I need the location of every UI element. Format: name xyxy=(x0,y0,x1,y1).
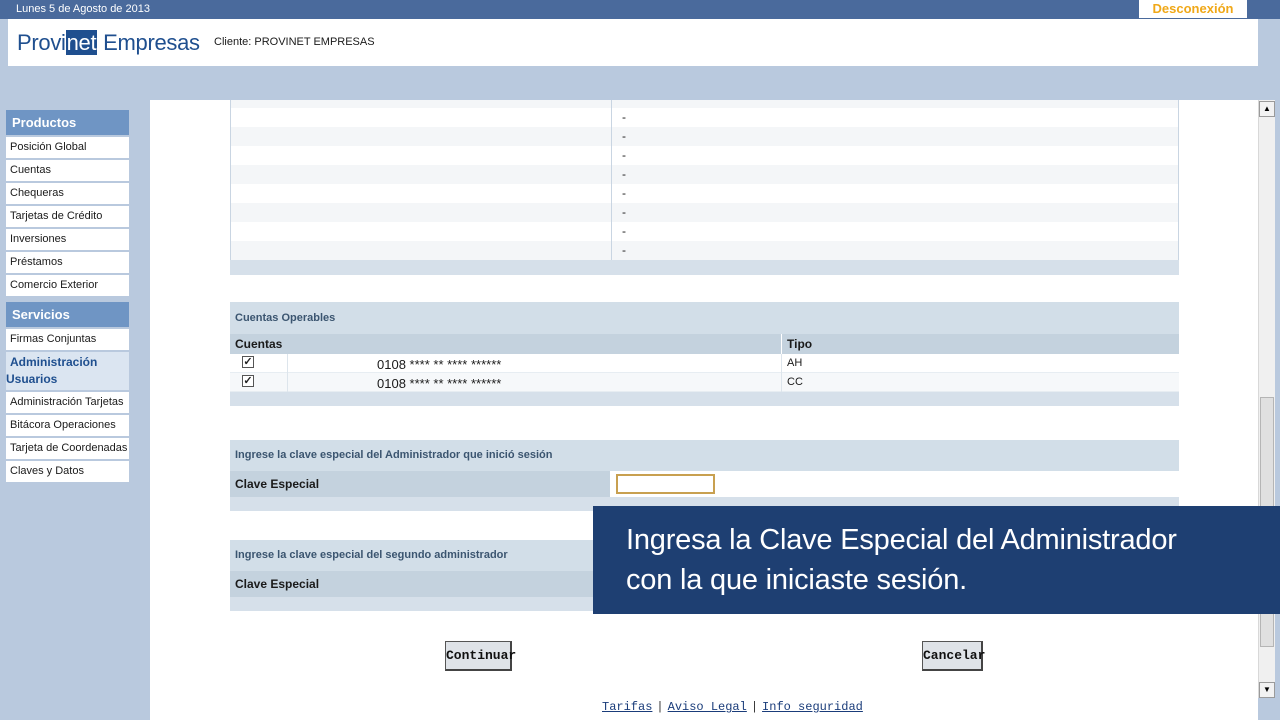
column-header-tipo: Tipo xyxy=(781,334,812,354)
sidebar-item-bitacora-operaciones[interactable]: Bitácora Operaciones xyxy=(6,415,129,436)
table-row xyxy=(230,100,1179,108)
table-cell-value: - xyxy=(622,148,626,162)
cuentas-operables-section: Cuentas Operables Cuentas Tipo ✓ 0108 **… xyxy=(230,302,1179,406)
table-row: - xyxy=(230,108,1179,127)
main-content: - - - - - - - - Cuentas Operables Cuenta… xyxy=(150,100,1258,720)
provinet-logo: Provinet Empresas xyxy=(17,30,200,56)
clave-admin-row: Clave Especial xyxy=(230,471,1179,497)
account-checkbox[interactable]: ✓ xyxy=(242,356,254,368)
clave-admin-label: Clave Especial xyxy=(230,471,610,497)
table-row: - xyxy=(230,222,1179,241)
tarifas-link[interactable]: Tarifas xyxy=(602,700,652,714)
info-seguridad-link[interactable]: Info seguridad xyxy=(762,700,863,714)
table-cell-value: - xyxy=(622,167,626,181)
sidebar-item-inversiones[interactable]: Inversiones xyxy=(6,229,129,250)
sidebar-item-tarjeta-coordenadas[interactable]: Tarjeta de Coordenadas xyxy=(6,438,129,459)
table-row: ✓ 0108 **** ** **** ****** CC xyxy=(230,373,1179,392)
client-label: Cliente: PROVINET EMPRESAS xyxy=(214,36,375,48)
account-number: 0108 **** ** **** ****** xyxy=(377,357,502,372)
logout-button[interactable]: Desconexión xyxy=(1139,0,1247,18)
sidebar-heading-productos: Productos xyxy=(6,110,129,135)
table-row: ✓ 0108 **** ** **** ****** AH xyxy=(230,354,1179,373)
logo-text-pre: Provi xyxy=(17,30,66,55)
aviso-legal-link[interactable]: Aviso Legal xyxy=(668,700,747,714)
current-date: Lunes 5 de Agosto de 2013 xyxy=(16,3,150,15)
table-row: - xyxy=(230,165,1179,184)
continuar-button[interactable]: Continuar xyxy=(445,641,516,671)
sidebar-item-administracion-tarjetas[interactable]: Administración Tarjetas xyxy=(6,392,129,413)
sidebar-item-claves-datos[interactable]: Claves y Datos xyxy=(6,461,129,482)
sidebar-item-firmas-conjuntas[interactable]: Firmas Conjuntas xyxy=(6,329,129,350)
section-footer xyxy=(230,392,1179,406)
account-type: CC xyxy=(787,376,803,388)
footer-separator: | xyxy=(656,700,664,714)
caption-line1: Ingresa la Clave Especial del Administra… xyxy=(626,524,1177,556)
table-cell-value: - xyxy=(622,129,626,143)
cancelar-button[interactable]: Cancelar xyxy=(922,641,985,671)
tutorial-caption: Ingresa la Clave Especial del Administra… xyxy=(593,506,1280,614)
sidebar: Productos Posición Global Cuentas Cheque… xyxy=(6,110,129,484)
column-header-cuentas: Cuentas xyxy=(235,337,283,351)
table-cell-value: - xyxy=(622,205,626,219)
sidebar-item-posicion-global[interactable]: Posición Global xyxy=(6,137,129,158)
sidebar-heading-servicios: Servicios xyxy=(6,302,129,327)
cuentas-header-row: Cuentas Tipo xyxy=(230,334,1179,354)
sidebar-item-comercio-exterior[interactable]: Comercio Exterior xyxy=(6,275,129,296)
cuentas-operables-title: Cuentas Operables xyxy=(230,302,1179,334)
clave-segundo-label: Clave Especial xyxy=(230,571,610,597)
brand-bar: Provinet Empresas Cliente: PROVINET EMPR… xyxy=(8,19,1258,66)
scroll-down-arrow-icon[interactable]: ▼ xyxy=(1259,682,1275,698)
sidebar-item-chequeras[interactable]: Chequeras xyxy=(6,183,129,204)
clave-admin-section: Ingrese la clave especial del Administra… xyxy=(230,440,1179,511)
table-cell-value: - xyxy=(622,186,626,200)
logo-text-post: Empresas xyxy=(97,30,200,55)
account-number: 0108 **** ** **** ****** xyxy=(377,376,502,391)
table-row: - xyxy=(230,127,1179,146)
table-row: - xyxy=(230,203,1179,222)
scroll-up-arrow-icon[interactable]: ▲ xyxy=(1259,101,1275,117)
sidebar-item-prestamos[interactable]: Préstamos xyxy=(6,252,129,273)
clave-admin-title: Ingrese la clave especial del Administra… xyxy=(230,440,1179,471)
sidebar-item-administracion-usuarios[interactable]: Administración Usuarios xyxy=(6,352,129,390)
table-cell-value: - xyxy=(622,224,626,238)
logo-text-highlight: net xyxy=(65,30,98,55)
sidebar-item-tarjetas-credito[interactable]: Tarjetas de Crédito xyxy=(6,206,129,227)
table-cell-value: - xyxy=(622,243,626,257)
table-row: - xyxy=(230,241,1179,260)
account-type: AH xyxy=(787,357,803,369)
sidebar-sub-line2: Usuarios xyxy=(6,372,58,386)
table-row: - xyxy=(230,146,1179,165)
clave-admin-input[interactable] xyxy=(616,474,715,494)
caption-line2: con la que iniciaste sesión. xyxy=(626,564,967,596)
user-permissions-table: - - - - - - - - xyxy=(230,100,1179,275)
table-cell-value: - xyxy=(622,110,626,124)
footer-separator: | xyxy=(750,700,759,714)
sidebar-item-cuentas[interactable]: Cuentas xyxy=(6,160,129,181)
account-checkbox[interactable]: ✓ xyxy=(242,375,254,387)
table-footer xyxy=(230,260,1179,275)
table-row: - xyxy=(230,184,1179,203)
sidebar-sub-line1: Administración xyxy=(10,355,98,369)
top-bar: Lunes 5 de Agosto de 2013 Desconexión xyxy=(0,0,1280,19)
